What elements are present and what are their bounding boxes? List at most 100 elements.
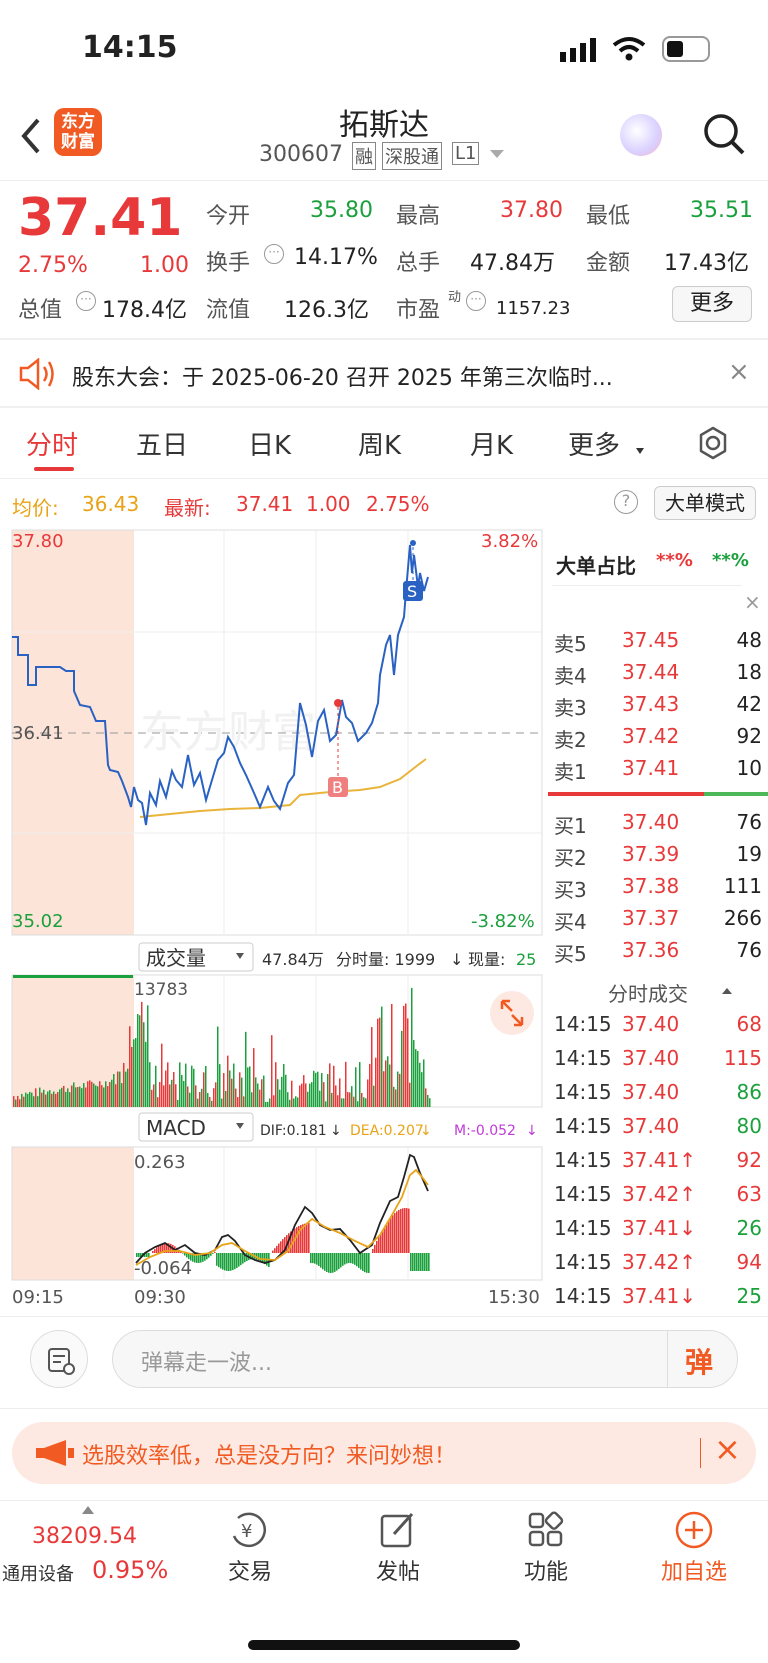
comment-input-box[interactable]: 弹幕走一波... 弹 xyxy=(112,1330,738,1388)
sell-row[interactable]: 卖2 37.42 92 xyxy=(552,724,762,754)
volume-bar xyxy=(211,1100,213,1107)
buy-row[interactable]: 买1 37.40 76 xyxy=(552,810,762,840)
macd-bar xyxy=(388,1220,390,1253)
order-label: 买3 xyxy=(554,878,587,902)
big-order-mode-button[interactable]: 大单模式 xyxy=(654,486,756,520)
comment-settings-icon[interactable] xyxy=(30,1330,88,1388)
info-icon[interactable]: ··· xyxy=(264,244,284,264)
buy-row[interactable]: 买5 37.36 76 xyxy=(552,938,762,968)
index-name[interactable]: 通用设备 xyxy=(2,1560,74,1586)
vol-fs: 分时量: 1999 xyxy=(336,950,435,969)
tab-weekly[interactable]: 周K xyxy=(358,425,401,462)
buy-row[interactable]: 买2 37.39 19 xyxy=(552,842,762,872)
grid-icon[interactable] xyxy=(526,1510,566,1550)
order-volume: 18 xyxy=(736,660,762,684)
macd-bar xyxy=(338,1253,340,1270)
volume-bar xyxy=(235,1088,237,1107)
danmaku-button[interactable]: 弹 xyxy=(685,1341,713,1381)
macd-bar xyxy=(364,1253,366,1273)
tab-daily[interactable]: 日K xyxy=(248,425,291,462)
trade-price: 37.41↓ xyxy=(622,1284,697,1308)
volume-bar xyxy=(111,1079,113,1107)
sell-row[interactable]: 卖1 37.41 10 xyxy=(552,756,762,786)
assistant-avatar-icon[interactable] xyxy=(620,114,662,156)
volume-bar xyxy=(59,1089,61,1107)
gear-icon[interactable] xyxy=(696,426,730,460)
sell-row[interactable]: 卖5 37.45 48 xyxy=(552,628,762,658)
tab-monthly[interactable]: 月K xyxy=(470,425,513,462)
volume-bar xyxy=(159,1082,161,1107)
macd-bar xyxy=(184,1253,186,1256)
trade-price: 37.41↓ xyxy=(622,1216,697,1240)
volume-bar xyxy=(113,1074,115,1107)
volume-bar xyxy=(71,1085,73,1107)
macd-bar xyxy=(154,1249,156,1253)
macd-bar xyxy=(358,1253,360,1268)
volume-selector[interactable]: 成交量 xyxy=(146,946,206,970)
edit-icon[interactable] xyxy=(378,1510,418,1550)
info-icon[interactable]: ··· xyxy=(466,291,486,311)
nav-post[interactable]: 发帖 xyxy=(348,1554,448,1586)
ad-banner[interactable]: 选股效率低，总是没方向？来问妙想！ × xyxy=(12,1422,756,1484)
search-icon[interactable] xyxy=(702,112,746,156)
volume-bar xyxy=(287,1092,289,1107)
index-value[interactable]: 38209.54 xyxy=(32,1524,137,1549)
ratio-bar-green xyxy=(704,792,768,796)
macd-selector[interactable]: MACD xyxy=(146,1116,206,1140)
volume-bar xyxy=(353,1096,355,1107)
close-icon[interactable]: × xyxy=(714,1430,741,1468)
buy-row[interactable]: 买3 37.38 111 xyxy=(552,874,762,904)
close-icon[interactable]: × xyxy=(744,590,761,614)
close-icon[interactable]: × xyxy=(728,357,750,387)
tab-5day[interactable]: 五日 xyxy=(136,425,188,462)
volume-bar xyxy=(227,1055,229,1107)
trades-title[interactable]: 分时成交 xyxy=(608,978,688,1007)
volume-bar xyxy=(283,1064,285,1107)
low-value: 35.51 xyxy=(690,198,753,223)
volume-bar xyxy=(359,1062,361,1107)
volume-bar xyxy=(67,1088,69,1107)
avg-label: 均价: xyxy=(12,496,59,520)
buy-row[interactable]: 买4 37.37 266 xyxy=(552,906,762,936)
volume-bar xyxy=(185,1063,187,1107)
avg-line xyxy=(139,758,427,818)
volume-bar xyxy=(375,1057,377,1107)
volume-bar xyxy=(381,1006,383,1107)
volume-bar xyxy=(405,1003,407,1107)
dropdown-icon[interactable] xyxy=(490,150,504,158)
more-button[interactable]: 更多 xyxy=(672,286,752,322)
volume-bar xyxy=(13,1096,15,1107)
macd-bar xyxy=(234,1253,236,1270)
macd-bar xyxy=(406,1208,408,1253)
volume-bar xyxy=(109,1082,111,1107)
help-icon[interactable]: ? xyxy=(614,490,638,514)
volume-bar xyxy=(249,1066,251,1107)
nav-functions[interactable]: 功能 xyxy=(496,1554,596,1586)
volume-bar xyxy=(61,1087,63,1107)
comment-input[interactable]: 弹幕走一波... xyxy=(141,1345,272,1377)
info-icon[interactable]: ··· xyxy=(76,291,96,311)
sell-row[interactable]: 卖4 37.44 18 xyxy=(552,660,762,690)
macd-bar xyxy=(274,1248,276,1253)
volume-bar xyxy=(195,1085,197,1107)
nav-add-watchlist[interactable]: 加自选 xyxy=(644,1554,744,1586)
notice-text[interactable]: 股东大会：于 2025-06-20 召开 2025 年第三次临时... xyxy=(72,360,613,392)
nav-trade[interactable]: 交易 xyxy=(200,1554,300,1586)
sell-row[interactable]: 卖3 37.43 42 xyxy=(552,692,762,722)
nav-bar: 东方 财富 拓斯达 300607 融 深股通 L1 xyxy=(0,100,768,180)
tab-intraday[interactable]: 分时 xyxy=(26,425,78,462)
order-price: 37.42 xyxy=(622,724,680,748)
tab-more[interactable]: 更多 xyxy=(568,425,620,462)
macd-bar xyxy=(224,1253,226,1271)
index-pct[interactable]: 0.95% xyxy=(92,1556,168,1584)
trade-volume: 115 xyxy=(723,1046,762,1070)
macd-bar xyxy=(242,1253,244,1264)
trade-icon[interactable]: ¥ xyxy=(228,1510,272,1550)
plus-icon[interactable] xyxy=(674,1510,714,1550)
intraday-chart[interactable]: 东方财富 S B 37.80 36.41 35.02 3.82% -3.82% … xyxy=(0,525,545,1315)
volume-bar xyxy=(35,1088,37,1107)
volume-bar xyxy=(421,1072,423,1107)
volume-bar xyxy=(281,1076,283,1107)
macd-bar xyxy=(420,1253,422,1271)
macd-bar xyxy=(146,1253,148,1257)
